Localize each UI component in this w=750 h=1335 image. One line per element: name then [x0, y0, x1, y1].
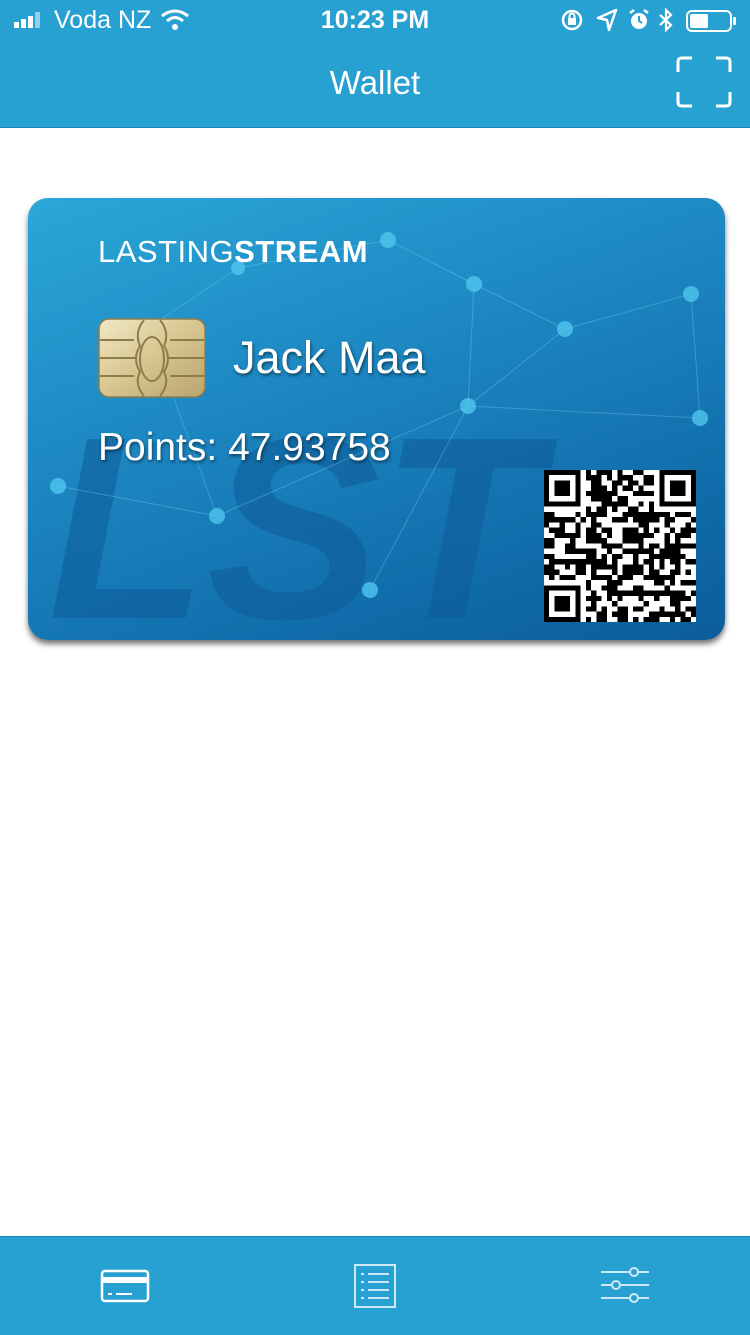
- brand-light: LASTING: [98, 234, 235, 269]
- tab-settings[interactable]: [500, 1237, 750, 1335]
- qr-code[interactable]: [544, 470, 696, 622]
- orientation-lock-icon: [561, 9, 583, 31]
- alarm-icon: [629, 9, 649, 29]
- tab-transactions[interactable]: [250, 1237, 500, 1335]
- battery-icon: [686, 10, 736, 32]
- page-title: Wallet: [329, 64, 421, 101]
- card-chip-icon: [98, 318, 206, 398]
- sliders-icon: [601, 1267, 649, 1303]
- card-icon: [100, 1269, 150, 1303]
- nav-bar: Wallet: [0, 40, 750, 128]
- tab-wallet[interactable]: [0, 1237, 250, 1335]
- card-holder-name: Jack Maa: [233, 332, 426, 383]
- bluetooth-icon: [659, 8, 673, 32]
- card-watermark: LST: [48, 384, 559, 640]
- location-icon: [596, 8, 618, 32]
- loyalty-card[interactable]: LST LASTINGSTREAM Jack Maa Points: 47.93…: [28, 198, 725, 640]
- scan-icon[interactable]: [676, 56, 732, 108]
- tab-bar: [0, 1236, 750, 1335]
- card-points: Points: 47.93758: [98, 426, 391, 469]
- list-icon: [354, 1264, 396, 1308]
- brand-bold: STREAM: [234, 234, 369, 269]
- card-brand-logo: LASTINGSTREAM: [98, 234, 368, 270]
- status-bar: Voda NZ 10:23 PM: [0, 0, 750, 40]
